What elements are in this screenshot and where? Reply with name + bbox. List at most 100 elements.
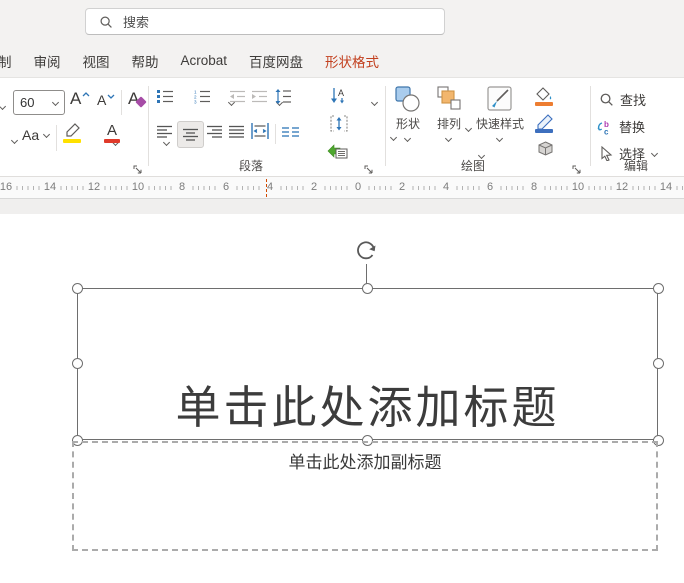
- resize-handle-middle-right[interactable]: [652, 357, 664, 369]
- increase-indent-button[interactable]: [252, 90, 268, 103]
- ruler-number: 14: [657, 177, 675, 198]
- slide-canvas[interactable]: 单击此处添加标题 单击此处添加副标题: [0, 214, 684, 583]
- ruler-number: 2: [305, 177, 323, 198]
- smartart-icon: [327, 144, 348, 159]
- editing-group-label: 编辑: [623, 159, 648, 173]
- fill-color-bar: [535, 102, 553, 106]
- find-button[interactable]: 查找: [599, 90, 646, 109]
- align-text-button[interactable]: [330, 115, 348, 132]
- text-highlight-button[interactable]: [63, 123, 81, 143]
- ruler-number: 4: [261, 177, 279, 198]
- divider: [56, 125, 57, 151]
- ruler-number: 14: [41, 177, 59, 198]
- cursor-arrow-icon: [601, 146, 613, 161]
- tab-view[interactable]: 视图: [83, 51, 110, 71]
- justify-button[interactable]: [229, 125, 245, 139]
- numbered-list-icon: 1 2 3: [194, 89, 210, 104]
- convert-smartart-button[interactable]: [327, 142, 348, 159]
- quick-styles-button[interactable]: 快速样式: [470, 86, 530, 143]
- search-icon: [99, 15, 113, 29]
- ruler-number: 12: [613, 177, 631, 198]
- chevron-down-icon: [404, 135, 412, 143]
- tab-shape-format[interactable]: 形状格式: [325, 51, 379, 71]
- tab-review[interactable]: 审阅: [34, 51, 61, 71]
- align-left-button[interactable]: [157, 125, 173, 139]
- title-placeholder-text[interactable]: 单击此处添加标题: [78, 371, 657, 436]
- chevron-down-icon: [496, 135, 504, 143]
- resize-handle-top-left[interactable]: [71, 282, 83, 294]
- shape-outline-button[interactable]: [535, 114, 553, 133]
- line-spacing-dropdown[interactable]: [371, 99, 379, 107]
- shapes-label: 形状: [395, 117, 420, 131]
- columns-button[interactable]: [282, 126, 299, 138]
- search-input[interactable]: 搜索: [85, 8, 445, 35]
- ruler-gap: [0, 199, 684, 214]
- ruler-number: 6: [481, 177, 499, 198]
- svg-text:A: A: [338, 88, 344, 98]
- shape-effects-button[interactable]: [537, 141, 554, 156]
- font-color-button[interactable]: A: [104, 123, 120, 143]
- ruler-number: 0: [349, 177, 367, 198]
- subtitle-placeholder[interactable]: 单击此处添加副标题: [72, 441, 658, 551]
- align-right-icon: [207, 125, 222, 138]
- font-color-dropdown[interactable]: [163, 139, 171, 147]
- ruler-cursor-marker[interactable]: [266, 179, 267, 197]
- divider: [275, 124, 276, 144]
- bullets-button[interactable]: [157, 89, 174, 104]
- quick-styles-icon: [487, 86, 512, 111]
- distribute-text-button[interactable]: [251, 123, 269, 139]
- align-center-button[interactable]: [177, 121, 204, 148]
- ruler-number: 8: [173, 177, 191, 198]
- font-name-dropdown-partial[interactable]: [0, 103, 7, 111]
- decrease-indent-button[interactable]: [230, 90, 246, 103]
- ribbon-toolbar: 60 A A A Aa A 1 2 3 A 段落 形状 排列 快速样式 绘图 查…: [0, 77, 684, 177]
- change-case-button[interactable]: Aa: [22, 127, 51, 143]
- tab-help[interactable]: 帮助: [132, 51, 159, 71]
- caret-up-icon: [82, 91, 90, 96]
- increase-font-size-button[interactable]: A: [70, 90, 90, 107]
- find-label: 查找: [620, 93, 647, 108]
- line-spacing-icon: [275, 89, 291, 104]
- chevron-down-icon: [43, 131, 51, 139]
- decrease-font-size-button[interactable]: A: [97, 93, 115, 107]
- paragraph-group-label: 段落: [238, 159, 263, 173]
- arrange-label: 排列: [436, 117, 461, 131]
- decrease-indent-icon: [230, 90, 245, 103]
- font-dropdown-partial[interactable]: [11, 137, 19, 145]
- chevron-down-icon: [445, 135, 453, 143]
- subtitle-placeholder-text[interactable]: 单击此处添加副标题: [74, 448, 656, 473]
- align-right-button[interactable]: [207, 125, 223, 139]
- tab-baidu-netdisk[interactable]: 百度网盘: [249, 51, 303, 71]
- highlighter-icon: [66, 123, 80, 137]
- text-direction-button[interactable]: A: [330, 87, 348, 104]
- clear-formatting-button[interactable]: A: [128, 90, 148, 108]
- replace-button[interactable]: b c 替换: [597, 117, 645, 136]
- line-spacing-button[interactable]: [275, 89, 292, 104]
- ruler-number: 10: [569, 177, 587, 198]
- bullet-list-icon: [157, 90, 173, 103]
- quick-styles-label: 快速样式: [475, 117, 524, 131]
- shapes-button[interactable]: 形状: [390, 86, 426, 143]
- ribbon-tabs: 制 审阅 视图 帮助 Acrobat 百度网盘 形状格式: [0, 44, 684, 77]
- increase-indent-icon: [252, 90, 267, 103]
- numbering-button[interactable]: 1 2 3: [194, 89, 211, 104]
- pencil-icon: [537, 114, 553, 129]
- replace-label: 替换: [619, 120, 646, 135]
- tab-acrobat[interactable]: Acrobat: [181, 53, 228, 68]
- resize-handle-top-right[interactable]: [652, 282, 664, 294]
- font-size-combo[interactable]: 60: [13, 90, 65, 115]
- rotate-handle-icon[interactable]: [355, 240, 379, 264]
- chevron-down-icon: [52, 99, 60, 107]
- resize-handle-top-center[interactable]: [361, 282, 373, 294]
- title-placeholder[interactable]: 单击此处添加标题: [77, 288, 658, 440]
- group-divider: [590, 86, 591, 166]
- title-bar: 搜索: [0, 0, 684, 44]
- arrange-button[interactable]: 排列: [431, 86, 467, 143]
- resize-handle-middle-left[interactable]: [71, 357, 83, 369]
- shapes-icon: [395, 86, 420, 112]
- group-divider: [148, 86, 149, 166]
- font-color-bar: [104, 139, 120, 143]
- shape-fill-button[interactable]: [535, 87, 553, 106]
- justify-icon: [229, 125, 244, 138]
- tab-record-partial[interactable]: 制: [0, 51, 12, 71]
